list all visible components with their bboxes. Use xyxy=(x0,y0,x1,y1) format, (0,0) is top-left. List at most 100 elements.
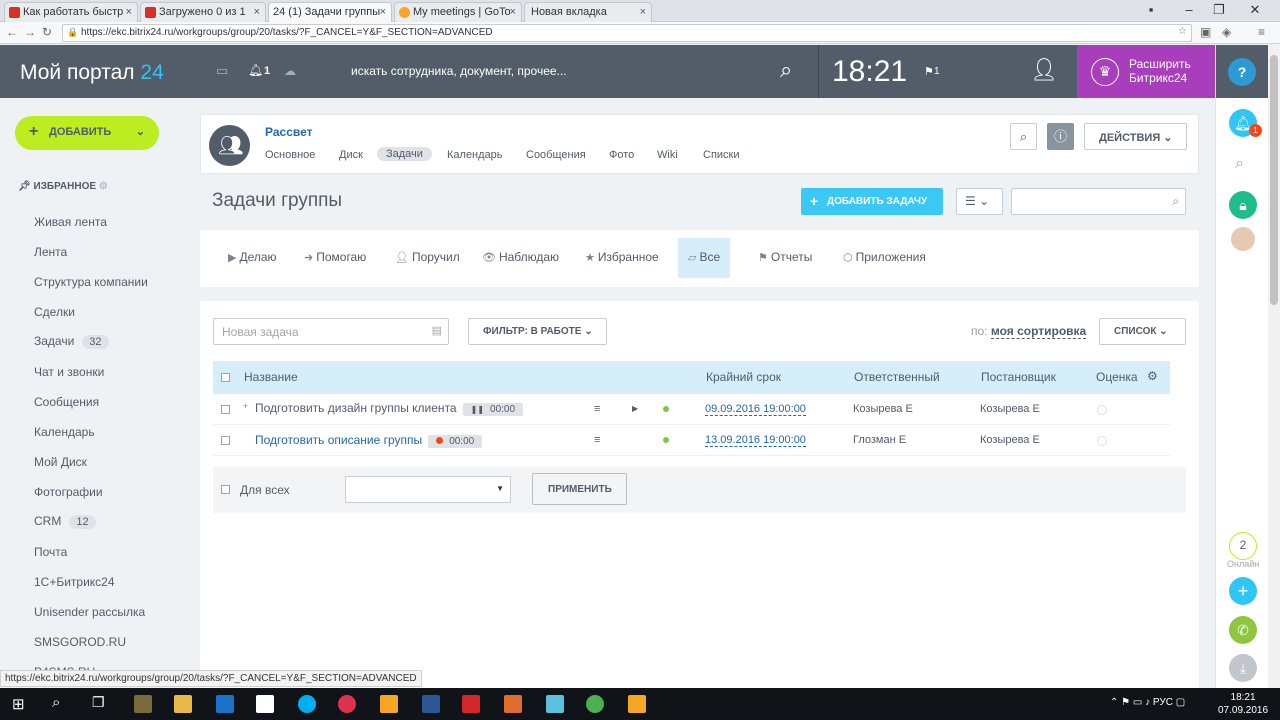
edge-icon[interactable] xyxy=(216,695,234,713)
column-responsible[interactable]: Ответственный xyxy=(854,370,940,384)
sidebar-item-calendar[interactable]: Календарь xyxy=(34,425,95,439)
gear-icon[interactable]: ⚙ xyxy=(1147,369,1158,383)
add-button[interactable]: + ДОБАВИТЬ ⌄ xyxy=(15,116,159,150)
scrollbar-thumb[interactable] xyxy=(1270,55,1278,305)
tab-favorites[interactable]: ★ Избранное xyxy=(585,250,659,264)
task-title[interactable]: Подготовить дизайн группы клиента xyxy=(255,401,457,415)
group-avatar[interactable]: 👥︎ xyxy=(209,125,250,166)
close-icon[interactable]: × xyxy=(380,6,386,18)
sidebar-item-mail[interactable]: Почта xyxy=(34,545,67,559)
table-row[interactable]: Подготовить описание группы 00:00 ≡ 13.09… xyxy=(213,425,1170,456)
tab-messages[interactable]: Сообщения xyxy=(526,149,586,161)
bookmark-star-icon[interactable]: ☆ xyxy=(1178,26,1187,37)
actions-button[interactable]: ДЕЙСТВИЯ ⌄ xyxy=(1084,123,1187,150)
app-icon[interactable] xyxy=(380,695,398,713)
tab-main[interactable]: Основное xyxy=(265,149,315,161)
task-responsible[interactable]: Глозман Е xyxy=(853,434,906,446)
browser-tab-4[interactable]: My meetings | GoTo × xyxy=(394,2,522,22)
browser-tab-3[interactable]: 24 (1) Задачи группы × xyxy=(268,2,392,22)
rating-icon[interactable] xyxy=(1097,405,1107,415)
url-input[interactable]: 🔒 https://ekc.bitrix24.ru/workgroups/gro… xyxy=(62,24,1192,42)
notification-icon[interactable]: ▢ xyxy=(1176,697,1185,708)
window-close-icon[interactable]: ✕ xyxy=(1240,2,1270,18)
taskbar-clock[interactable]: 18:21 07.09.2016 xyxy=(1218,691,1268,717)
tab-disk[interactable]: Диск xyxy=(339,149,363,161)
bell-icon[interactable]: 🔔︎ xyxy=(248,63,263,77)
clock[interactable]: 18:21 xyxy=(832,55,907,89)
play-icon[interactable]: ▶ xyxy=(632,404,638,413)
close-icon[interactable]: × xyxy=(510,6,516,18)
browser-tab-5[interactable]: Новая вкладка × xyxy=(524,2,652,22)
header-search-input[interactable]: искать сотрудника, документ, прочее... xyxy=(351,64,567,78)
avatar[interactable] xyxy=(1231,227,1255,251)
table-row[interactable]: + Подготовить дизайн группы клиента ❚❚ 00:… xyxy=(213,394,1170,425)
column-creator[interactable]: Постановщик xyxy=(981,370,1056,384)
portal-logo[interactable]: Мой портал 24 xyxy=(20,61,164,85)
tab-all[interactable]: ▱ Все xyxy=(678,238,731,278)
search-icon[interactable]: ⌕ xyxy=(52,694,60,711)
tab-tasks[interactable]: Задачи xyxy=(377,147,432,161)
task-view-icon[interactable]: ❐ xyxy=(92,694,105,711)
chrome-icon[interactable] xyxy=(586,695,604,713)
tab-apps[interactable]: ⬡ Приложения xyxy=(843,250,926,264)
sidebar-item-smsgorod[interactable]: SMSGOROD.RU xyxy=(34,635,126,649)
row-checkbox[interactable] xyxy=(221,405,230,414)
browser-tab-2[interactable]: Загружено 0 из 1 × xyxy=(140,2,266,22)
extension-icon[interactable]: ▣ xyxy=(1200,25,1211,39)
maximize-icon[interactable]: ❐ xyxy=(1204,2,1234,18)
user-avatar-icon[interactable]: 👤︎ xyxy=(1030,57,1058,83)
close-icon[interactable]: × xyxy=(640,6,646,18)
column-deadline[interactable]: Крайний срок xyxy=(706,370,781,384)
task-creator[interactable]: Козырева Е xyxy=(980,434,1040,446)
app-icon[interactable] xyxy=(504,695,522,713)
file-explorer-icon[interactable] xyxy=(174,695,192,713)
new-task-input[interactable]: Новая задача ▤ xyxy=(213,318,449,345)
menu-icon[interactable]: ≡ xyxy=(1258,25,1265,39)
tray-icons[interactable]: ⌃ ⚑ ▭ ♪ xyxy=(1110,697,1153,708)
phone-icon[interactable]: ✆ xyxy=(1229,616,1257,644)
scrollbar[interactable] xyxy=(1268,45,1280,688)
sidebar-item-my-drive[interactable]: Мой Диск xyxy=(34,455,87,469)
favorites-header[interactable]: 📌︎ ИЗБРАННОЕ ⚙ xyxy=(18,181,108,192)
cloud-icon[interactable]: ☁ xyxy=(284,64,296,78)
task-timer[interactable]: 00:00 xyxy=(428,435,483,448)
list-mode-button[interactable]: СПИСОК ⌄ xyxy=(1099,318,1186,345)
chat-icon[interactable]: ▭ xyxy=(216,63,228,79)
expand-bitrix-button[interactable]: ♛ Расширить Битрикс24 xyxy=(1077,45,1215,98)
sidebar-item-live-feed[interactable]: Живая лента xyxy=(34,215,107,229)
extension-icon[interactable]: ◈ xyxy=(1222,25,1231,39)
rating-icon[interactable] xyxy=(1097,436,1107,446)
tab-reports[interactable]: ⚑ Отчеты xyxy=(758,250,812,264)
tab-photo[interactable]: Фото xyxy=(609,149,634,161)
task-creator[interactable]: Козырева Е xyxy=(980,403,1040,415)
sidebar-item-company-structure[interactable]: Структура компании xyxy=(34,275,148,289)
task-timer[interactable]: ❚❚ 00:00 xyxy=(462,403,524,416)
group-action-select[interactable]: ▼ xyxy=(345,476,511,503)
word-icon[interactable] xyxy=(422,695,440,713)
row-checkbox[interactable] xyxy=(221,436,230,445)
task-deadline[interactable]: 13.09.2016 19:00:00 xyxy=(705,434,806,447)
menu-icon[interactable]: ≡ xyxy=(594,434,600,446)
user-icon[interactable]: ▪ xyxy=(1136,2,1166,17)
online-count[interactable]: 2 xyxy=(1229,532,1257,560)
tab-doing[interactable]: ▶ Делаю xyxy=(228,250,277,264)
sidebar-item-chat[interactable]: Чат и звонки xyxy=(34,365,104,379)
task-responsible[interactable]: Козырева Е xyxy=(853,403,913,415)
form-icon[interactable]: ▤ xyxy=(432,324,442,337)
reload-icon[interactable]: ↻ xyxy=(42,25,52,39)
tab-assigned[interactable]: 👤︎ Поручил xyxy=(395,250,460,264)
app-icon[interactable] xyxy=(134,695,152,713)
apply-button[interactable]: ПРИМЕНИТЬ xyxy=(532,473,627,505)
tab-wiki[interactable]: Wiki xyxy=(657,149,678,161)
menu-icon[interactable]: ≡ xyxy=(594,403,600,415)
task-search-input[interactable]: ⌕ xyxy=(1011,188,1186,215)
add-icon[interactable]: + xyxy=(1229,577,1257,605)
store-icon[interactable] xyxy=(256,695,274,713)
column-name[interactable]: Название xyxy=(244,370,298,384)
search-icon[interactable]: ⌕ xyxy=(780,57,792,83)
windows-start-icon[interactable]: ⊞ xyxy=(12,695,25,713)
sidebar-item-deals[interactable]: Сделки xyxy=(34,305,75,319)
sidebar-item-crm[interactable]: CRM 12 xyxy=(34,514,96,529)
tab-helping[interactable]: ➜ Помогаю xyxy=(304,250,366,264)
tab-calendar[interactable]: Календарь xyxy=(447,149,503,161)
